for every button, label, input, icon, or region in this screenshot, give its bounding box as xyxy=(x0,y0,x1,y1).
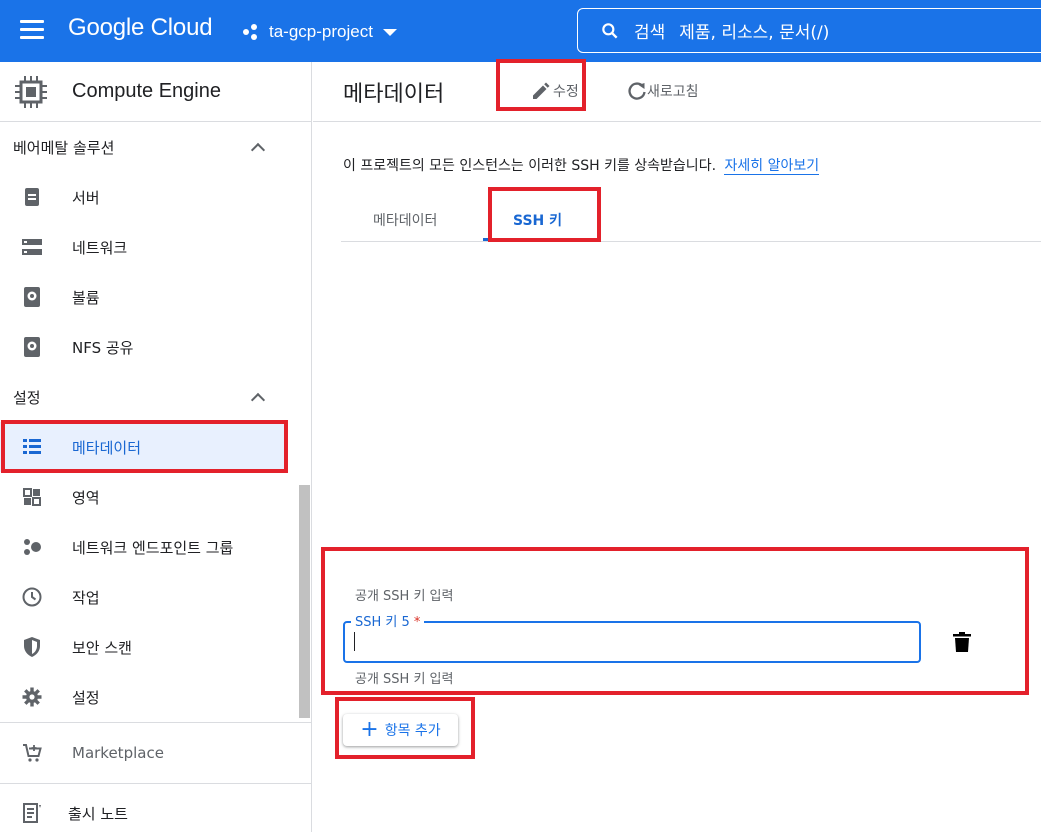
project-icon xyxy=(243,23,261,41)
sidebar-item-release-notes[interactable]: 출시 노트 xyxy=(0,784,311,832)
delete-icon[interactable] xyxy=(953,632,971,656)
sidebar-item-zones[interactable]: 영역 xyxy=(0,472,311,522)
server-icon xyxy=(20,185,44,209)
refresh-label: 새로고침 xyxy=(647,84,699,100)
page-header: 메타데이터 수정 새로고침 xyxy=(313,62,1041,122)
refresh-icon xyxy=(628,82,646,100)
tab-bar: 메타데이터 SSH 키 xyxy=(341,200,1041,242)
nfs-icon xyxy=(20,335,44,359)
sidebar-item-label: 영역 xyxy=(72,488,100,507)
product-title: Compute Engine xyxy=(72,80,221,102)
sidebar-item-label: 작업 xyxy=(72,588,100,607)
add-item-button[interactable]: + 항목 추가 xyxy=(343,714,458,746)
sidebar-item-label: 네트워크 엔드포인트 그룹 xyxy=(72,538,234,557)
sidebar-item-label: 설정 xyxy=(72,688,100,707)
search-icon xyxy=(602,22,618,38)
active-tab-indicator xyxy=(483,238,601,241)
sidebar-item-label: 메타데이터 xyxy=(72,438,142,457)
sidebar-item-label: 네트워크 xyxy=(72,238,128,257)
sidebar-scrollbar[interactable] xyxy=(299,485,310,718)
sidebar-item-marketplace[interactable]: Marketplace xyxy=(0,723,311,783)
zones-icon xyxy=(20,485,44,509)
sidebar-item-metadata[interactable]: 메타데이터 xyxy=(0,422,286,472)
project-name: ta-gcp-project xyxy=(269,22,373,41)
sidebar-item-endpoint-groups[interactable]: 네트워크 엔드포인트 그룹 xyxy=(0,522,311,572)
metadata-icon xyxy=(20,435,44,459)
edit-button[interactable]: 수정 xyxy=(531,81,579,101)
sidebar-item-network[interactable]: 네트워크 xyxy=(0,222,311,272)
volume-icon xyxy=(20,285,44,309)
network-icon xyxy=(20,235,44,259)
top-bar: Google Cloud ta-gcp-project 검색 제품, 리소스, 문… xyxy=(0,0,1041,62)
section-label: 베어메탈 솔루션 xyxy=(13,138,115,157)
sidebar-item-operations[interactable]: 작업 xyxy=(0,572,311,622)
gear-icon xyxy=(20,685,44,709)
search-placeholder: 검색 제품, 리소스, 문서(/) xyxy=(634,23,830,43)
ssh-key-bottom-hint: 공개 SSH 키 입력 xyxy=(355,672,454,687)
ssh-key-input[interactable]: SSH 키 5 * xyxy=(343,611,921,663)
chevron-down-icon xyxy=(382,28,397,36)
sidebar-item-label: 보안 스캔 xyxy=(72,638,132,657)
project-selector[interactable]: ta-gcp-project xyxy=(243,18,397,46)
add-item-label: 항목 추가 xyxy=(384,723,441,739)
page-title: 메타데이터 xyxy=(343,82,445,107)
shield-icon xyxy=(20,635,44,659)
google-cloud-logo[interactable]: Google Cloud xyxy=(68,14,213,42)
sidebar-item-nfs[interactable]: NFS 공유 xyxy=(0,322,311,372)
text-cursor xyxy=(354,632,355,651)
endpoint-group-icon xyxy=(20,535,44,559)
edit-label: 수정 xyxy=(553,84,579,100)
section-label: 설정 xyxy=(13,388,41,407)
sidebar-item-volume[interactable]: 볼륨 xyxy=(0,272,311,322)
main-content: 메타데이터 수정 새로고침 이 프로젝트의 모든 인스턴스는 이러한 SSH 키… xyxy=(313,62,1041,832)
pencil-icon xyxy=(533,82,550,99)
section-settings[interactable]: 설정 xyxy=(0,372,311,422)
sidebar: Compute Engine 베어메탈 솔루션 서버 네트워크 볼륨 NFS 공… xyxy=(0,62,312,832)
chevron-up-icon xyxy=(250,142,266,157)
refresh-button[interactable]: 새로고침 xyxy=(627,81,699,101)
search-bar[interactable]: 검색 제품, 리소스, 문서(/) xyxy=(577,8,1041,53)
sidebar-item-label: NFS 공유 xyxy=(72,338,134,357)
tab-ssh-keys[interactable]: SSH 키 xyxy=(513,210,562,230)
ssh-key-top-hint: 공개 SSH 키 입력 xyxy=(355,589,454,604)
operations-icon xyxy=(20,585,44,609)
learn-more-link[interactable]: 자세히 알아보기 xyxy=(724,158,820,175)
description: 이 프로젝트의 모든 인스턴스는 이러한 SSH 키를 상속받습니다. 자세히 … xyxy=(343,155,820,175)
product-header: Compute Engine xyxy=(0,62,311,122)
release-notes-icon xyxy=(20,801,44,825)
sidebar-item-label: Marketplace xyxy=(72,744,164,762)
sidebar-item-label: 볼륨 xyxy=(72,288,100,307)
chevron-up-icon xyxy=(250,392,266,407)
compute-engine-icon xyxy=(15,75,47,108)
sidebar-item-security-scan[interactable]: 보안 스캔 xyxy=(0,622,311,672)
sidebar-item-server[interactable]: 서버 xyxy=(0,172,311,222)
menu-icon[interactable] xyxy=(20,20,44,40)
tab-metadata[interactable]: 메타데이터 xyxy=(373,210,437,230)
ssh-key-label: SSH 키 5 * xyxy=(351,611,425,630)
cart-icon xyxy=(20,741,44,765)
sidebar-item-settings[interactable]: 설정 xyxy=(0,672,311,722)
section-bare-metal[interactable]: 베어메탈 솔루션 xyxy=(0,122,311,172)
sidebar-item-label: 서버 xyxy=(72,188,100,207)
sidebar-item-label: 출시 노트 xyxy=(68,804,128,823)
plus-icon: + xyxy=(360,717,379,742)
description-text: 이 프로젝트의 모든 인스턴스는 이러한 SSH 키를 상속받습니다. xyxy=(343,158,717,174)
